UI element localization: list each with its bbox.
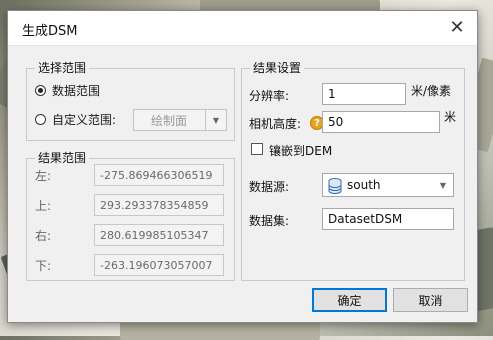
result-range-title: 结果范围 xyxy=(35,150,90,166)
camera-height-label: 相机高度: xyxy=(249,117,302,131)
draw-polygon-label: 绘制面 xyxy=(150,113,187,128)
camera-height-input[interactable]: 50 xyxy=(322,111,440,133)
resolution-label: 分辨率: xyxy=(249,89,290,103)
datasource-select[interactable]: south ▼ xyxy=(322,173,454,197)
right-label: 右: xyxy=(35,229,52,243)
radio-data-range-indicator[interactable] xyxy=(35,84,46,96)
generate-dsm-dialog: 生成DSM ✕ 选择范围 数据范围 自定义范围: 绘制面 ▼ 结果范围 左: -… xyxy=(7,10,478,323)
chevron-down-icon[interactable]: ▼ xyxy=(433,174,453,196)
dialog-title: 生成DSM xyxy=(22,24,78,39)
result-settings-group: 结果设置 分辨率: 1 米/像素 相机高度: ? 50 米 镶嵌到DEM 数据源… xyxy=(241,60,465,281)
result-settings-title: 结果设置 xyxy=(250,60,305,76)
embed-dem-checkbox[interactable] xyxy=(251,143,263,155)
left-value-field[interactable]: -275.869466306519 xyxy=(94,164,224,186)
radio-custom-range[interactable]: 自定义范围: xyxy=(35,109,116,129)
datasource-label: 数据源: xyxy=(249,180,290,194)
bottom-label: 下: xyxy=(35,259,52,273)
radio-data-range-label: 数据范围 xyxy=(52,83,101,98)
close-icon[interactable]: ✕ xyxy=(443,14,471,42)
database-icon xyxy=(328,178,342,194)
dataset-input[interactable]: DatasetDSM xyxy=(322,208,454,230)
camera-height-unit: 米 xyxy=(444,110,457,124)
resolution-input[interactable]: 1 xyxy=(322,83,406,105)
chevron-down-icon[interactable]: ▼ xyxy=(205,110,226,130)
dataset-label: 数据集: xyxy=(249,214,290,228)
ok-button[interactable]: 确定 xyxy=(312,288,387,312)
bottom-value-field[interactable]: -263.196073057007 xyxy=(94,254,224,276)
radio-custom-range-label: 自定义范围: xyxy=(52,112,117,127)
selection-range-group: 选择范围 数据范围 自定义范围: 绘制面 ▼ xyxy=(26,60,235,141)
top-label: 上: xyxy=(35,199,52,213)
radio-custom-range-indicator[interactable] xyxy=(35,113,46,125)
cancel-button[interactable]: 取消 xyxy=(393,288,468,312)
embed-dem-label: 镶嵌到DEM xyxy=(269,144,333,158)
title-bar: 生成DSM ✕ xyxy=(8,11,477,46)
radio-data-range[interactable]: 数据范围 xyxy=(35,80,100,100)
selection-range-title: 选择范围 xyxy=(35,60,90,76)
left-label: 左: xyxy=(35,169,52,183)
draw-polygon-combo[interactable]: 绘制面 ▼ xyxy=(133,109,227,131)
right-value-field[interactable]: 280.619985105347 xyxy=(94,224,224,246)
top-value-field[interactable]: 293.293378354859 xyxy=(94,194,224,216)
resolution-unit: 米/像素 xyxy=(411,84,452,98)
result-range-group: 结果范围 左: -275.869466306519 上: 293.2933783… xyxy=(26,150,235,281)
